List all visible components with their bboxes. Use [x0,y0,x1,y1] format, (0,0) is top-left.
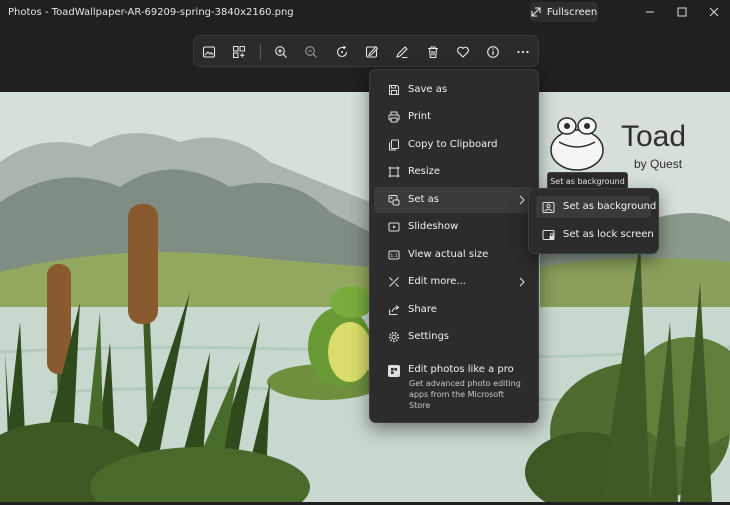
maximize-button[interactable] [667,0,697,24]
logo-text: Toad [621,120,687,153]
more-options-button[interactable] [513,42,533,62]
menu-item-label: View actual size [408,249,489,260]
menu-item-edit-more[interactable]: Edit more... [374,269,534,295]
gear-icon [388,331,400,343]
close-button[interactable] [699,0,729,24]
menu-item-copy-to-clipboard[interactable]: Copy to Clipboard [374,132,534,158]
menu-item-set-as[interactable]: Set as [374,187,534,213]
menu-item-label: Print [408,111,432,122]
minimize-button[interactable] [635,0,665,24]
toad-logo: Toad by Quest [545,112,695,172]
zoom-out-icon [305,46,317,58]
maximize-icon [677,7,687,17]
gallery-button[interactable] [199,42,219,62]
menu-item-label: Edit more... [408,276,466,287]
menu-item-save-as[interactable]: Save as [374,77,534,103]
menu-item-label: Save as [408,84,448,95]
menu-item-view-actual-size[interactable]: 1:1 View actual size [374,242,534,268]
printer-icon [388,111,400,123]
store-icon [388,365,400,377]
logo-subtext: by Quest [634,157,683,171]
background-icon [542,202,555,213]
image-toolbar [193,35,539,67]
set-as-submenu: Set as background Set as lock screen [528,188,659,254]
submenu-item-label: Set as background [563,201,657,212]
close-icon [709,7,719,17]
menu-item-slideshow[interactable]: Slideshow [374,214,534,240]
delete-icon [428,46,438,59]
menu-item-print[interactable]: Print [374,104,534,130]
zoom-in-button[interactable] [271,42,291,62]
edit-more-icon [389,277,399,287]
submenu-item-label: Set as lock screen [563,229,654,240]
rotate-icon [336,45,348,58]
chevron-right-icon [519,277,525,287]
menu-item-label: Resize [408,166,441,177]
minimize-icon [646,11,654,13]
menu-item-label: Set as [408,194,439,205]
save-icon [389,85,399,95]
draw-icon [396,46,408,58]
collage-icon [233,46,245,58]
info-icon [487,46,499,58]
zoom-in-icon [275,46,287,58]
submenu-item-set-as-lock-screen[interactable]: Set as lock screen [536,224,654,246]
delete-button[interactable] [423,42,443,62]
heart-icon [457,46,469,58]
resize-icon [388,166,400,178]
actual-size-icon: 1:1 [388,250,400,260]
collage-button[interactable] [229,42,249,62]
promo-edit-photos[interactable]: Edit photos like a pro Get advanced phot… [374,360,534,418]
edit-image-icon [365,46,379,58]
menu-item-settings[interactable]: Settings [374,324,534,350]
set-as-icon [388,195,400,206]
fullscreen-button[interactable]: Fullscreen [530,2,598,22]
promo-description: Get advanced photo editing apps from the… [409,379,521,410]
title-bar: Photos - ToadWallpaper-AR-69209-spring-3… [0,0,730,26]
menu-item-label: Settings [408,331,450,342]
more-options-menu: Save as Print Copy to Clipboard Resize S… [369,69,539,423]
menu-item-label: Copy to Clipboard [408,139,498,150]
more-icon [517,50,529,54]
menu-item-resize[interactable]: Resize [374,159,534,185]
submenu-item-set-as-background[interactable]: Set as background [536,196,656,218]
window-title: Photos - ToadWallpaper-AR-69209-spring-3… [8,7,294,18]
draw-button[interactable] [392,42,412,62]
expand-icon [531,7,541,17]
svg-text:1:1: 1:1 [390,253,397,259]
menu-item-share[interactable]: Share [374,297,534,323]
menu-item-label: Share [408,304,437,315]
slideshow-icon [388,222,400,232]
favorite-button[interactable] [453,42,473,62]
menu-item-label: Slideshow [408,221,459,232]
gallery-icon [202,46,216,58]
chevron-right-icon [519,195,525,205]
toad-mascot-icon [550,117,604,171]
promo-title: Edit photos like a pro [408,364,514,375]
share-icon [389,305,400,315]
rotate-button[interactable] [332,42,352,62]
edit-image-button[interactable] [362,42,382,62]
info-button[interactable] [483,42,503,62]
fullscreen-label: Fullscreen [546,6,598,18]
lock-screen-icon [542,230,555,240]
toolbar-separator [260,44,261,60]
copy-icon [389,139,399,151]
zoom-out-button[interactable] [301,42,321,62]
